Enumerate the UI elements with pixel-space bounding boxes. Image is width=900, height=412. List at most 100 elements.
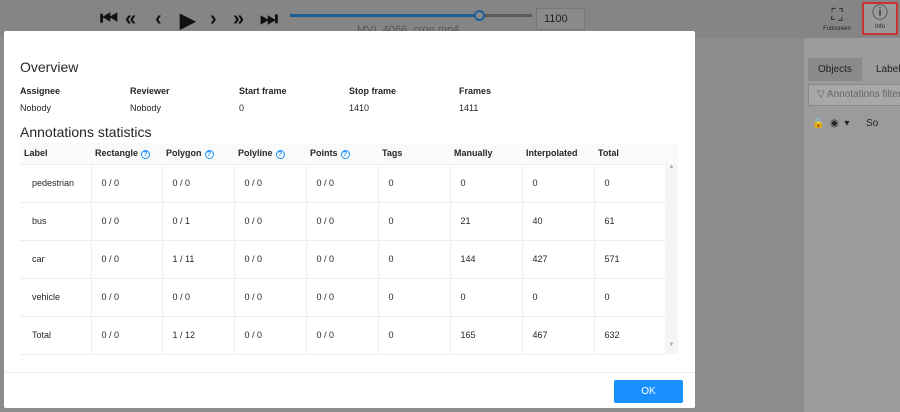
column-header: Tags: [378, 143, 450, 165]
table-cell: 0 / 0: [91, 316, 163, 355]
table-cell: pedestrian: [20, 164, 92, 203]
table-row: bus 0 / 00 / 10 / 00 / 0 0 21 40 61: [20, 202, 678, 241]
overview-item: Start frame 0: [239, 86, 287, 113]
table-cell: 0 / 0: [234, 164, 307, 203]
scroll-down-icon[interactable]: ▼: [665, 342, 678, 348]
table-cell: 0 / 0: [91, 278, 163, 317]
next-icon[interactable]: ›: [210, 8, 217, 31]
table-cell: 0 / 0: [91, 202, 163, 241]
overview-item: Assignee Nobody: [20, 86, 60, 113]
table-cell: 1 / 11: [162, 240, 235, 279]
column-header: Points?: [306, 143, 378, 165]
fullscreen-label: Fullscreen: [823, 26, 851, 32]
column-header: Label: [20, 143, 91, 165]
stats-table: Label Rectangle? Polygon? Polyline? Points? T…: [20, 143, 678, 355]
table-cell: 571: [594, 240, 666, 279]
overview-item: Stop frame 1410: [349, 86, 396, 113]
info-button[interactable]: ⓘ Info: [862, 2, 898, 35]
lock-icon[interactable]: 🔒: [812, 118, 824, 129]
column-header: Polygon?: [162, 143, 234, 165]
table-cell: 1 / 12: [162, 316, 235, 355]
table-cell: 0 / 0: [91, 240, 163, 279]
table-cell: car: [20, 240, 92, 279]
fast-backward-icon[interactable]: «: [125, 8, 136, 31]
table-cell: 0 / 0: [234, 202, 307, 241]
table-cell: 0 / 0: [306, 164, 379, 203]
table-cell: 0 / 0: [234, 240, 307, 279]
table-cell: 0: [450, 278, 523, 317]
table-cell: 0: [378, 240, 451, 279]
help-icon[interactable]: ?: [275, 149, 285, 159]
column-label: Rectangle: [95, 147, 139, 158]
table-cell: 0: [378, 202, 451, 241]
overview-label: Stop frame: [349, 86, 397, 96]
tab-labels[interactable]: Labels: [866, 58, 900, 81]
fullscreen-icon: ⛶: [831, 7, 843, 24]
filter-placeholder: Annotations filter: [826, 89, 900, 100]
table-cell: 0 / 0: [91, 164, 163, 203]
caret-down-icon[interactable]: ▾: [844, 118, 849, 129]
panel-controls: 🔒 ◉ ▾ So: [812, 118, 878, 129]
frame-number-input[interactable]: 1100: [536, 8, 585, 30]
tab-objects[interactable]: Objects: [808, 58, 862, 81]
filter-icon: ▽: [817, 89, 827, 100]
overview-value: 1411: [459, 103, 479, 113]
info-icon: ⓘ: [871, 5, 888, 22]
help-icon[interactable]: ?: [141, 149, 151, 159]
header-spacer: [665, 143, 678, 165]
column-label: Polyline: [238, 147, 273, 158]
fullscreen-button[interactable]: ⛶ Fullscreen: [819, 6, 855, 32]
overview-title: Overview: [20, 59, 79, 75]
table-cell: 0: [522, 278, 595, 317]
overview-value: 1410: [349, 103, 370, 113]
overview-value: Nobody: [20, 103, 52, 113]
table-cell: 427: [522, 240, 595, 279]
overview-label: Frames: [459, 86, 492, 96]
scroll-up-icon[interactable]: ▲: [665, 164, 678, 170]
table-row: Total 0 / 01 / 12 0 / 00 / 0 0 165 467 632: [20, 316, 678, 355]
table-cell: 0 / 0: [234, 316, 307, 355]
help-icon[interactable]: ?: [340, 149, 350, 159]
table-cell: 0 / 0: [162, 278, 235, 317]
info-modal: Overview Assignee Nobody Reviewer Nobody Sta…: [4, 31, 695, 408]
column-label: Tags: [382, 148, 403, 159]
play-icon[interactable]: ▶: [180, 8, 195, 33]
overview-label: Reviewer: [130, 86, 170, 96]
table-cell: 40: [522, 202, 595, 241]
table-cell: 0: [594, 164, 666, 203]
hide-icon[interactable]: ◉: [830, 118, 839, 129]
overview-value: 0: [239, 103, 245, 113]
slider-handle[interactable]: [473, 10, 485, 21]
table-row: vehicle 0 / 00 / 00 / 00 / 00000: [20, 278, 678, 317]
table-cell: 0 / 1: [162, 202, 235, 241]
table-row: car 0 / 01 / 11 0 / 00 / 0 0 144 427 571: [20, 240, 678, 279]
table-cell: 21: [450, 202, 523, 241]
first-frame-icon[interactable]: ⏮: [100, 8, 118, 31]
table-cell: 0 / 0: [306, 316, 379, 355]
column-label: Label: [24, 148, 48, 159]
slider-fill: [290, 14, 479, 17]
column-header: Manually: [450, 143, 522, 165]
help-icon[interactable]: ?: [204, 149, 214, 159]
column-label: Total: [598, 148, 619, 159]
overview-item: Reviewer Nobody: [130, 86, 170, 113]
frame-slider[interactable]: [290, 10, 532, 21]
table-cell: 0: [522, 164, 595, 203]
table-cell: 61: [594, 202, 666, 241]
column-label: Interpolated: [526, 148, 578, 159]
table-cell: 0 / 0: [306, 202, 379, 241]
table-cell: 144: [450, 240, 523, 279]
table-cell: 0 / 0: [306, 240, 379, 279]
table-row: pedestrian 0 / 00 / 00 / 00 / 00000: [20, 164, 678, 203]
annotations-filter-input[interactable]: ▽ Annotations filter: [808, 84, 900, 106]
table-scrollbar[interactable]: ▲ ▼: [665, 164, 678, 354]
sort-label[interactable]: So: [866, 118, 878, 129]
previous-icon[interactable]: ‹: [155, 8, 162, 31]
overview-label: Assignee: [20, 86, 61, 96]
ok-button[interactable]: OK: [614, 380, 683, 403]
column-header: Interpolated: [522, 143, 594, 165]
last-frame-icon[interactable]: ⏭: [260, 8, 278, 31]
column-header: Rectangle?: [91, 143, 162, 165]
fast-forward-icon[interactable]: »: [233, 8, 244, 31]
overview-item: Frames 1411: [459, 86, 491, 113]
